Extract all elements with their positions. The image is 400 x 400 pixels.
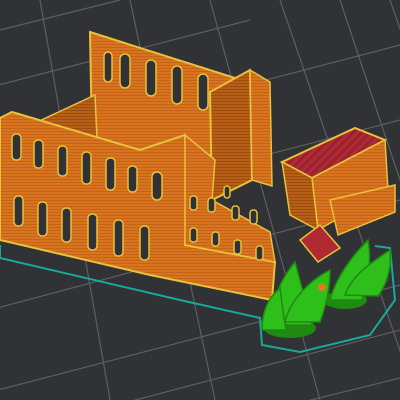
slicer-3d-viewport[interactable] xyxy=(0,0,400,400)
sliced-castle-model-icon xyxy=(0,30,396,302)
viewport-canvas[interactable] xyxy=(0,0,400,400)
